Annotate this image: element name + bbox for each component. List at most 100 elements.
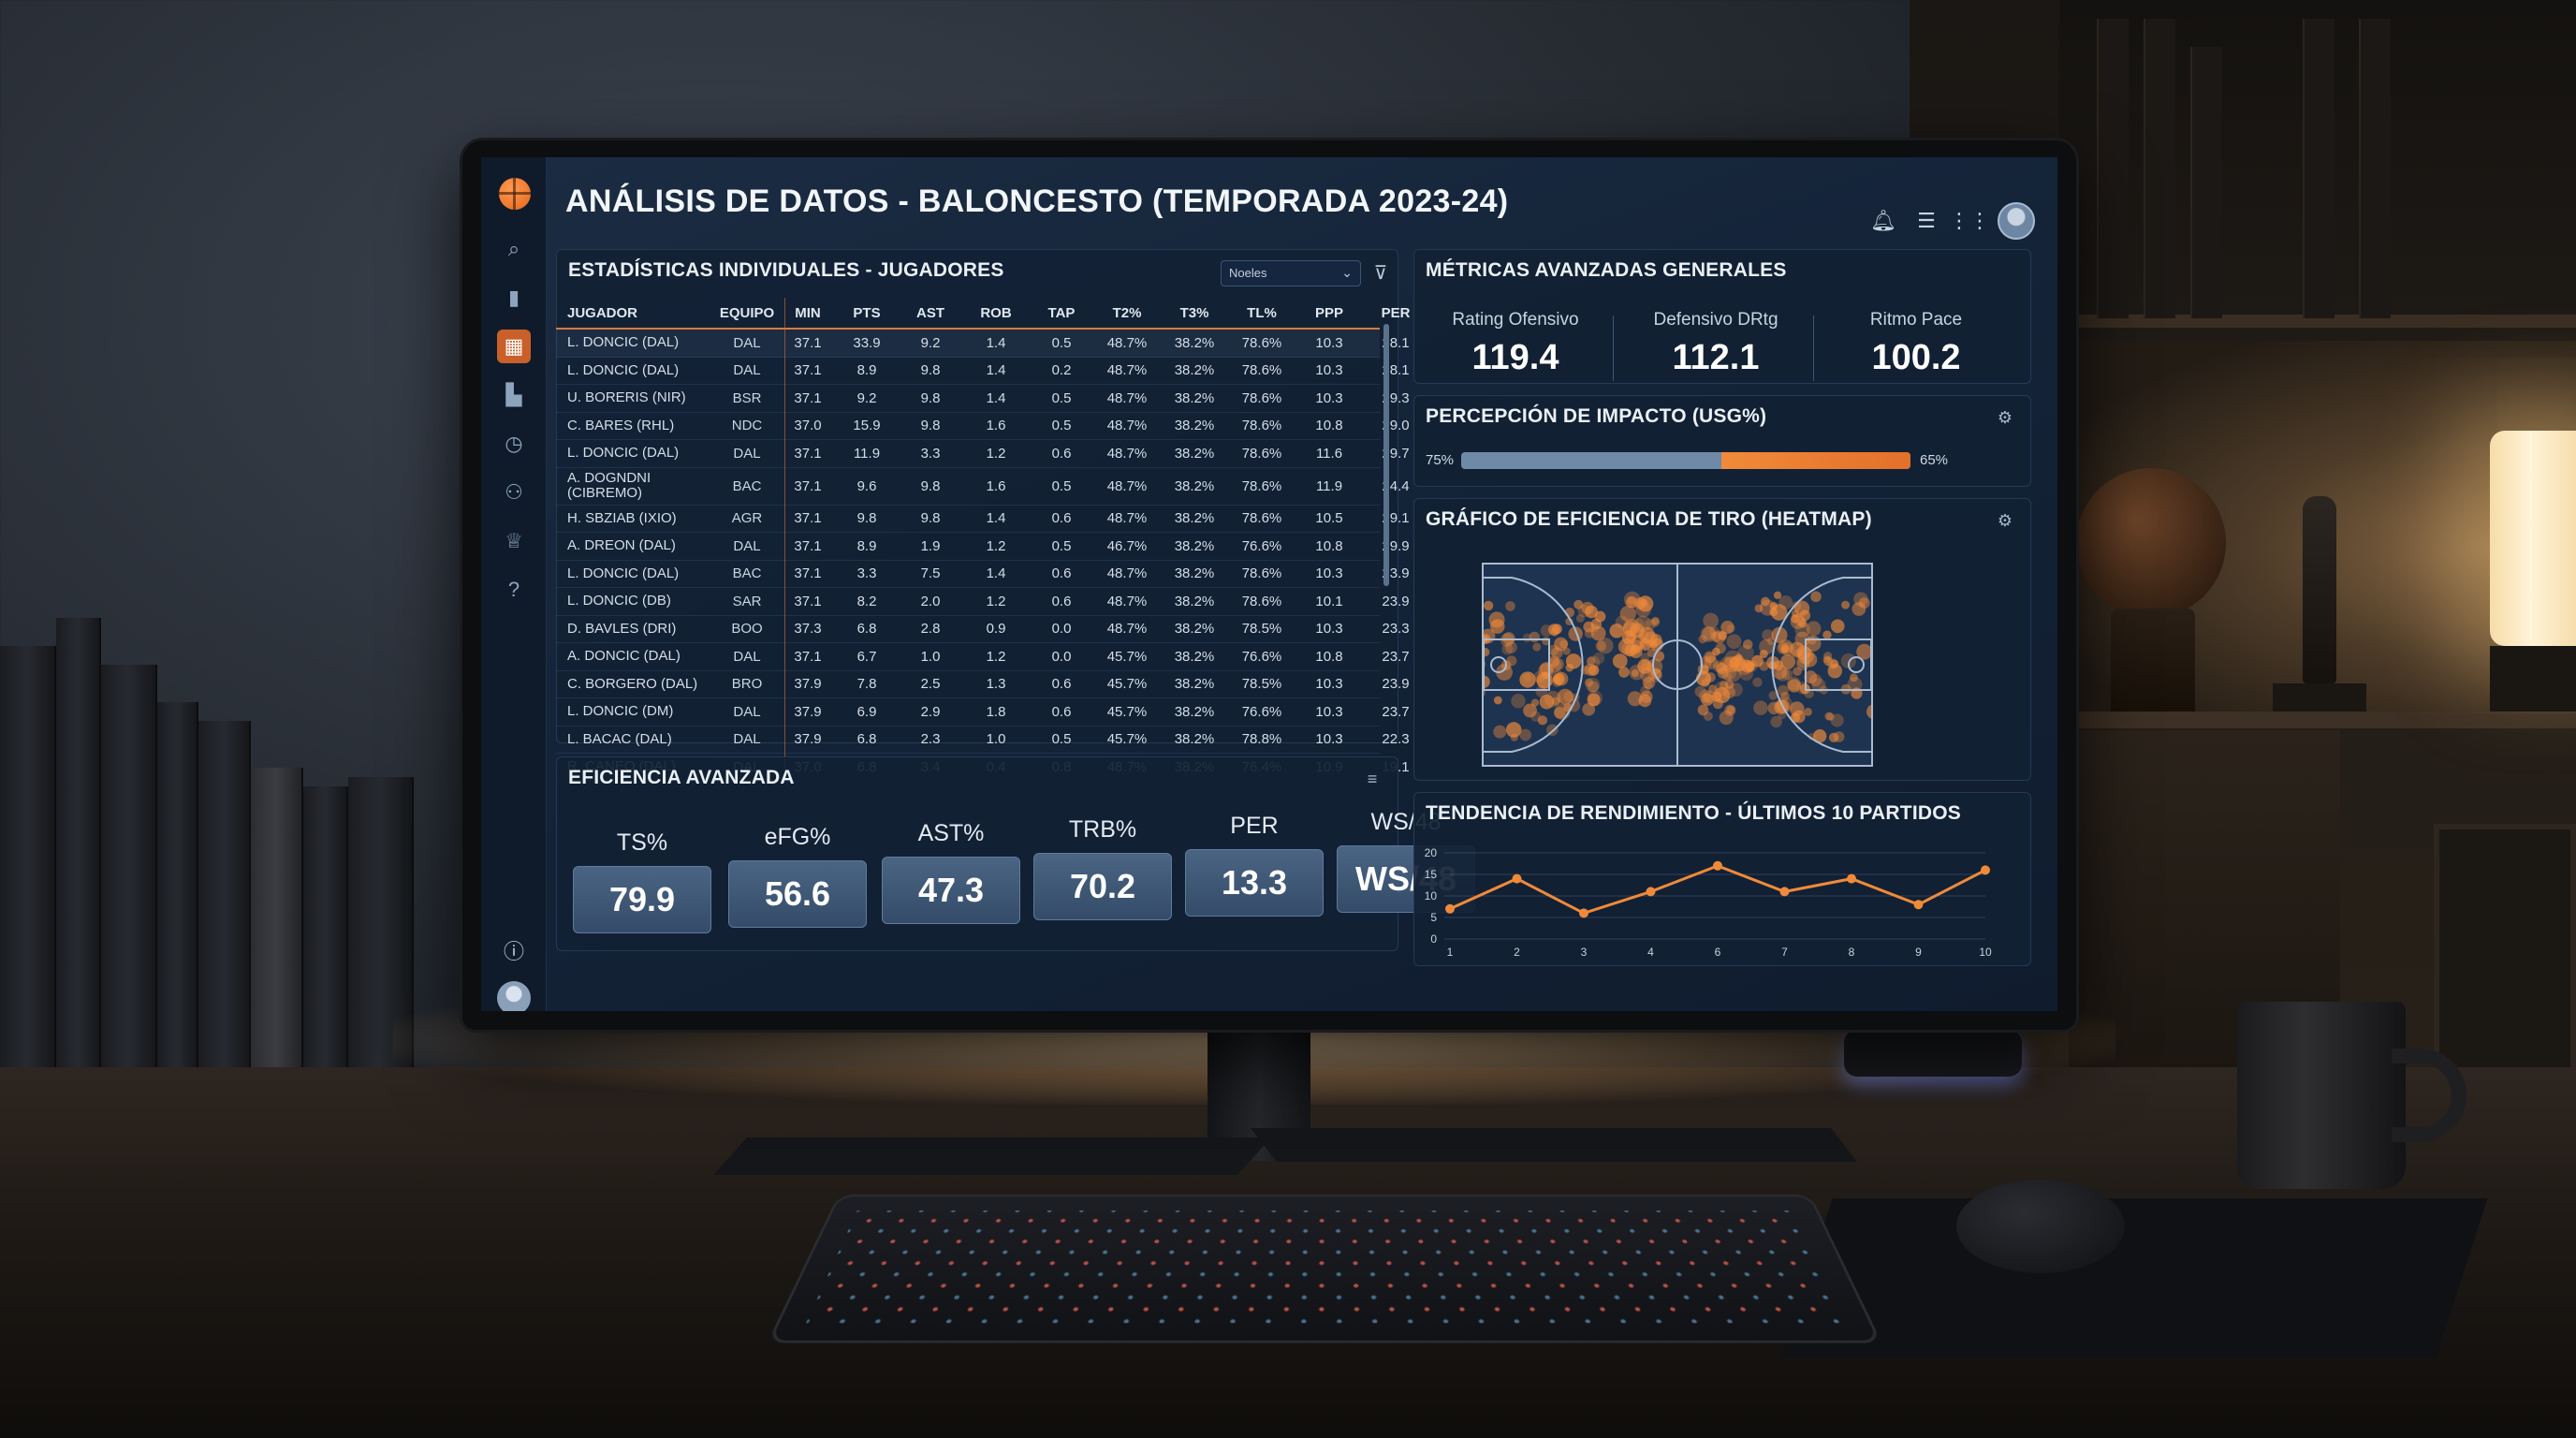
table-row[interactable]: D. BAVLES (DRI) BOO 37.3 6.8 2.8 0.9 0.0 48.7% 3…: [556, 616, 1410, 643]
table-row[interactable]: C. BORGERO (DAL) BRO 37.9 7.8 2.5 1.3 0.6 45.7%…: [556, 671, 1410, 698]
player-figurine: [2303, 496, 2336, 683]
table-row[interactable]: L. DONCIC (DAL) DAL 37.1 11.9 3.3 1.2 0.6 48.7%…: [556, 440, 1410, 468]
settings-icon[interactable]: ⚙: [1995, 407, 2015, 428]
table-row[interactable]: L. DONCIC (DM) DAL 37.9 6.9 2.9 1.8 0.6 45.7% 38…: [556, 698, 1410, 726]
table-cell: 8.2: [856, 593, 877, 609]
metric-label: Rating Ofensivo: [1452, 310, 1579, 330]
table-row[interactable]: C. BARES (RHL) NDC 37.0 15.9 9.8 1.6 0.5 48.7% 3…: [556, 413, 1410, 440]
table-cell: 37.9: [794, 703, 822, 720]
table-cell: 1.4: [986, 565, 1006, 582]
shot-heat-point: [1826, 712, 1835, 721]
table-cell: 48.7%: [1106, 362, 1148, 379]
metrics-panel-title: MÉTRICAS AVANZADAS GENERALES: [1426, 259, 1787, 281]
users-icon[interactable]: ⚇: [497, 476, 531, 509]
shot-heat-point: [1823, 656, 1834, 667]
table-cell: 1.2: [986, 648, 1006, 665]
filter-icon[interactable]: ⊽: [1368, 258, 1393, 286]
x-tick-label: 10: [1979, 946, 1992, 959]
table-cell: 33.9: [853, 334, 881, 351]
table-cell: 38.2%: [1174, 731, 1215, 748]
column-header[interactable]: JUGADOR: [556, 305, 713, 321]
user-avatar-icon[interactable]: [497, 981, 531, 1011]
column-header[interactable]: TAP: [1030, 305, 1093, 321]
search-icon[interactable]: ⌕: [497, 232, 531, 266]
column-header[interactable]: EQUIPO: [713, 305, 781, 321]
table-cell: DAL: [733, 334, 761, 351]
table-cell: 9.8: [920, 389, 941, 406]
column-header[interactable]: T3%: [1161, 305, 1228, 321]
apps-grid-icon[interactable]: ⋮⋮: [1949, 204, 1990, 238]
avatar-icon[interactable]: [1998, 202, 2035, 240]
table-row[interactable]: L. DONCIC (DAL) DAL 37.1 8.9 9.8 1.4 0.2 48.7% 3…: [556, 358, 1410, 385]
settings-icon[interactable]: ⚙: [1995, 510, 2015, 531]
shot-heat-point: [1585, 677, 1601, 693]
player-name-cell: L. BACAC (DAL): [567, 730, 672, 747]
player-name-cell: A. DOGNDNI (CIBREMO): [567, 470, 651, 501]
table-row[interactable]: A. DONCIC (DAL) DAL 37.1 6.7 1.0 1.2 0.0 45.7% 3…: [556, 643, 1410, 671]
column-header[interactable]: ROB: [962, 305, 1030, 321]
table-cell: 0.6: [1051, 510, 1072, 527]
table-cell: NDC: [731, 418, 763, 434]
chart-icon[interactable]: ▙: [497, 378, 531, 412]
season-select[interactable]: Noeles ⌄: [1221, 260, 1361, 286]
bell-icon[interactable]: 🔔︎: [1866, 204, 1900, 238]
table-cell: 46.7%: [1106, 537, 1148, 554]
shot-heat-point: [1639, 598, 1648, 607]
table-cell: 38.2%: [1174, 445, 1215, 462]
sliders-icon[interactable]: ≡: [1362, 769, 1383, 789]
shot-heat-point: [1717, 667, 1729, 679]
table-row[interactable]: A. DREON (DAL) DAL 37.1 8.9 1.9 1.2 0.5 46.7% 38…: [556, 533, 1410, 561]
table-cell: 0.2: [1051, 362, 1072, 379]
table-cell: 7.8: [856, 676, 877, 693]
table-row[interactable]: A. DOGNDNI (CIBREMO) BAC 37.1 9.6 9.8 1.6 0.5 4…: [556, 468, 1410, 506]
column-header[interactable]: MIN: [781, 305, 835, 321]
shot-heat-point: [1726, 624, 1735, 633]
shot-heat-point: [1548, 624, 1560, 636]
shot-heat-point: [1638, 694, 1652, 708]
x-tick-label: 7: [1781, 946, 1788, 959]
column-header[interactable]: AST: [899, 305, 962, 321]
table-row[interactable]: H. SBZIAB (IXIO) AGR 37.1 9.8 9.8 1.4 0.6 48.7%…: [556, 506, 1410, 533]
player-name-cell: L. DONCIC (DAL): [567, 361, 680, 378]
card-label: TS%: [616, 829, 668, 856]
info-icon[interactable]: ⓘ: [498, 934, 530, 966]
table-cell: 48.7%: [1106, 621, 1148, 638]
table-cell: DAL: [733, 731, 761, 748]
shot-heat-point: [1773, 591, 1782, 599]
player-name-cell: D. BAVLES (DRI): [567, 620, 677, 637]
column-header[interactable]: TL%: [1228, 305, 1295, 321]
list-icon[interactable]: ☰: [1910, 204, 1943, 238]
dashboard-grid-icon[interactable]: ▦: [497, 330, 531, 363]
shot-heatmap-panel: GRÁFICO DE EFICIENCIA DE TIRO (HEATMAP) …: [1413, 498, 2031, 781]
table-cell: 2.9: [920, 703, 941, 720]
table-row[interactable]: L. DONCIC (DB) SAR 37.1 8.2 2.0 1.2 0.6 48.7% 38…: [556, 588, 1410, 616]
card-value: 70.2: [1033, 853, 1172, 920]
clock-icon[interactable]: ◷: [497, 427, 531, 461]
x-tick-label: 2: [1514, 946, 1520, 959]
help-icon[interactable]: ?: [497, 573, 531, 607]
table-cell: 48.7%: [1106, 418, 1148, 434]
app-title: ANÁLISIS DE DATOS - BALONCESTO (TEMPORAD…: [565, 183, 1509, 219]
table-cell: 1.2: [986, 537, 1006, 554]
keyboard-keys: [806, 1211, 1843, 1324]
table-row[interactable]: U. BORERIS (NIR) BSR 37.1 9.2 9.8 1.4 0.5 48.7%…: [556, 385, 1410, 413]
column-header[interactable]: PPP: [1295, 305, 1363, 321]
monitor-stand-leg: [1250, 1128, 1858, 1162]
table-row[interactable]: L. DONCIC (DAL) DAL 37.1 33.9 9.2 1.4 0.5 48.7%…: [556, 330, 1410, 358]
player-name-cell: H. SBZIAB (IXIO): [567, 509, 677, 526]
table-scrollbar[interactable]: [1383, 324, 1389, 586]
column-header[interactable]: PTS: [835, 305, 899, 321]
coffee-mug: [2237, 1002, 2406, 1189]
table-row[interactable]: L. DONCIC (DAL) BAC 37.1 3.3 7.5 1.4 0.6 48.7% 3…: [556, 561, 1410, 588]
table-cell: 10.3: [1315, 389, 1343, 406]
bar-chart-icon[interactable]: ▮: [497, 281, 531, 315]
chevron-down-icon: ⌄: [1341, 265, 1353, 280]
shot-heat-point: [1552, 675, 1560, 683]
shot-heat-point: [1484, 600, 1494, 611]
table-row[interactable]: L. BACAC (DAL) DAL 37.9 6.8 2.3 1.0 0.5 45.7% 38…: [556, 726, 1410, 754]
column-header[interactable]: T2%: [1093, 305, 1161, 321]
table-cell: 76.6%: [1241, 703, 1282, 720]
trophy-icon[interactable]: ♕: [497, 524, 531, 558]
shot-heat-point: [1808, 636, 1817, 645]
trend-point: [1445, 903, 1455, 914]
